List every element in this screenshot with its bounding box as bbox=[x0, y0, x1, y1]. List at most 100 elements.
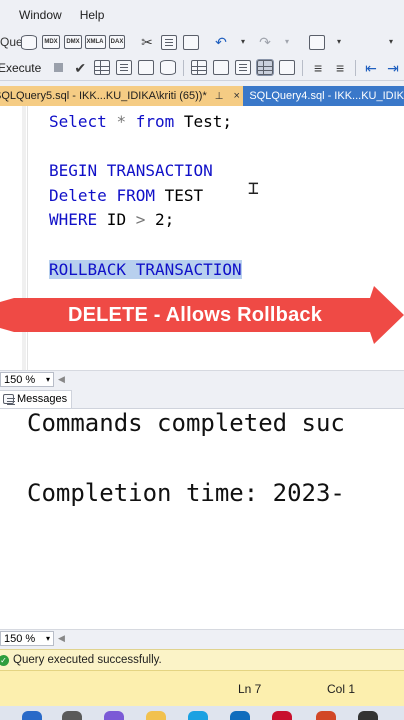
activity-monitor-button[interactable] bbox=[308, 32, 326, 52]
display-plan-button[interactable] bbox=[93, 58, 111, 78]
app-icon[interactable] bbox=[316, 711, 336, 720]
tab-label: Messages bbox=[17, 393, 68, 405]
code-token: BEGIN TRANSACTION bbox=[49, 161, 213, 181]
menu-help[interactable]: Help bbox=[71, 8, 114, 22]
results-to-file-button[interactable] bbox=[278, 58, 296, 78]
standard-toolbar: ew Query MDX DMX XMLA DAX ✂ ↶ ▾ ↷ ▾ ▾ ▾ … bbox=[0, 29, 404, 55]
undo-icon: ↶ bbox=[215, 34, 227, 50]
pin-icon[interactable]: ⊥ bbox=[215, 91, 224, 102]
text-cursor: ⌶ bbox=[248, 178, 259, 199]
dmx-icon: DMX bbox=[64, 35, 82, 49]
parse-button[interactable]: ✔ bbox=[71, 58, 89, 78]
toolbar-separator bbox=[355, 59, 357, 76]
results-tabs: Messages bbox=[0, 389, 404, 409]
dax-icon: DAX bbox=[108, 35, 126, 49]
clipboard-icon bbox=[183, 34, 199, 50]
uncomment-button[interactable]: ≡ bbox=[331, 58, 349, 78]
ssms-icon[interactable] bbox=[358, 711, 378, 720]
toolbar-blank-slot bbox=[360, 32, 378, 52]
zoom-select[interactable]: 150 % ▾ bbox=[0, 372, 54, 387]
undo-button[interactable]: ↶ bbox=[212, 32, 230, 52]
tab-sqlquery5[interactable]: SQLQuery5.sql - IKK...KU_IDIKA\kriti (65… bbox=[0, 86, 244, 106]
mdx-query-button[interactable]: MDX bbox=[42, 32, 60, 52]
menu-bar: Window Help bbox=[0, 0, 404, 30]
activity-monitor-dropdown[interactable]: ▾ bbox=[330, 32, 348, 52]
toolbar-separator bbox=[183, 59, 185, 76]
query-options-button[interactable] bbox=[115, 58, 133, 78]
search-icon[interactable] bbox=[62, 711, 82, 720]
teams-icon[interactable] bbox=[104, 711, 124, 720]
include-plan-button[interactable] bbox=[159, 58, 177, 78]
app-icon[interactable] bbox=[272, 711, 292, 720]
file-icon bbox=[279, 60, 296, 75]
message-line: Completion time: 2023- bbox=[27, 479, 345, 507]
document-icon bbox=[116, 60, 133, 75]
status-bar: Ln 7 Col 1 bbox=[0, 670, 404, 706]
redo-dropdown[interactable]: ▾ bbox=[278, 32, 296, 52]
dmx-query-button[interactable]: DMX bbox=[64, 32, 82, 52]
code-line: BEGIN TRANSACTION bbox=[49, 159, 242, 184]
store-icon[interactable] bbox=[230, 711, 250, 720]
folder-icon[interactable] bbox=[146, 711, 166, 720]
chevron-down-icon: ▾ bbox=[240, 37, 245, 46]
code-line: Select * from Test; bbox=[49, 110, 242, 135]
code-token: Select bbox=[49, 112, 117, 131]
xmla-query-button[interactable]: XMLA bbox=[84, 32, 106, 52]
tab-sqlquery4[interactable]: SQLQuery4.sql - IKK...KU_IDIK bbox=[243, 86, 404, 106]
toolbar-separator bbox=[302, 59, 304, 76]
code-token: ID bbox=[97, 210, 136, 230]
ssms-window: Window Help ew Query MDX DMX XMLA DAX ✂ … bbox=[0, 0, 404, 720]
paste-button[interactable] bbox=[182, 32, 200, 52]
comment-button[interactable]: ≡ bbox=[309, 58, 327, 78]
status-message: Query executed successfully. bbox=[13, 654, 162, 666]
messages-pane[interactable]: Commands completed suc Completion time: … bbox=[0, 409, 404, 629]
code-line: Delete FROM TEST bbox=[49, 184, 242, 209]
overflow-dropdown[interactable]: ▾ bbox=[382, 32, 400, 52]
client-stats-button[interactable] bbox=[212, 58, 230, 78]
start-icon[interactable] bbox=[22, 711, 42, 720]
stop-button[interactable] bbox=[49, 58, 67, 78]
annotation-banner: DELETE - Allows Rollback bbox=[0, 286, 404, 344]
tab-label: SQLQuery5.sql - IKK...KU_IDIKA\kriti (65… bbox=[0, 90, 207, 102]
align-icon: ≡ bbox=[336, 59, 345, 76]
code-token: * bbox=[116, 112, 127, 131]
outdent-button[interactable]: ⇤ bbox=[362, 58, 380, 78]
zoom-value: 150 % bbox=[4, 373, 36, 386]
live-stats-button[interactable] bbox=[190, 58, 208, 78]
cut-button[interactable]: ✂ bbox=[138, 32, 156, 52]
zoom-select[interactable]: 150 % ▾ bbox=[0, 631, 54, 646]
code-token: 2; bbox=[145, 210, 175, 230]
xmla-icon: XMLA bbox=[84, 35, 106, 49]
close-icon[interactable]: × bbox=[233, 90, 239, 102]
messages-icon bbox=[3, 394, 15, 404]
database-icon bbox=[160, 60, 177, 75]
cursor-line: Ln 7 bbox=[238, 682, 262, 696]
code-token: from bbox=[135, 112, 175, 131]
new-query-button[interactable]: ew Query bbox=[0, 32, 33, 52]
tab-messages[interactable]: Messages bbox=[0, 389, 73, 408]
results-to-grid-button[interactable] bbox=[256, 58, 275, 78]
dax-query-button[interactable]: DAX bbox=[108, 32, 126, 52]
results-to-text-button[interactable] bbox=[234, 58, 252, 78]
edge-icon[interactable] bbox=[188, 711, 208, 720]
redo-button[interactable]: ↷ bbox=[256, 32, 274, 52]
scroll-left-icon[interactable]: ◀ bbox=[58, 633, 65, 644]
execute-label: Execute bbox=[0, 60, 42, 75]
execute-button[interactable]: Execute bbox=[0, 58, 45, 78]
copy-button[interactable] bbox=[160, 32, 178, 52]
chevron-down-icon: ▾ bbox=[388, 37, 393, 46]
indent-button[interactable]: ⇥ bbox=[384, 58, 402, 78]
code-token: > bbox=[135, 210, 146, 230]
undo-dropdown[interactable]: ▾ bbox=[234, 32, 252, 52]
scroll-left-icon[interactable]: ◀ bbox=[58, 374, 65, 385]
chevron-down-icon: ▾ bbox=[45, 634, 50, 643]
database-engine-query-button[interactable] bbox=[20, 32, 38, 52]
intellisense-button[interactable] bbox=[137, 58, 155, 78]
stop-icon bbox=[53, 63, 63, 72]
stats-icon bbox=[191, 60, 208, 75]
code-token: TEST bbox=[154, 185, 204, 205]
menu-window[interactable]: Window bbox=[10, 8, 71, 22]
